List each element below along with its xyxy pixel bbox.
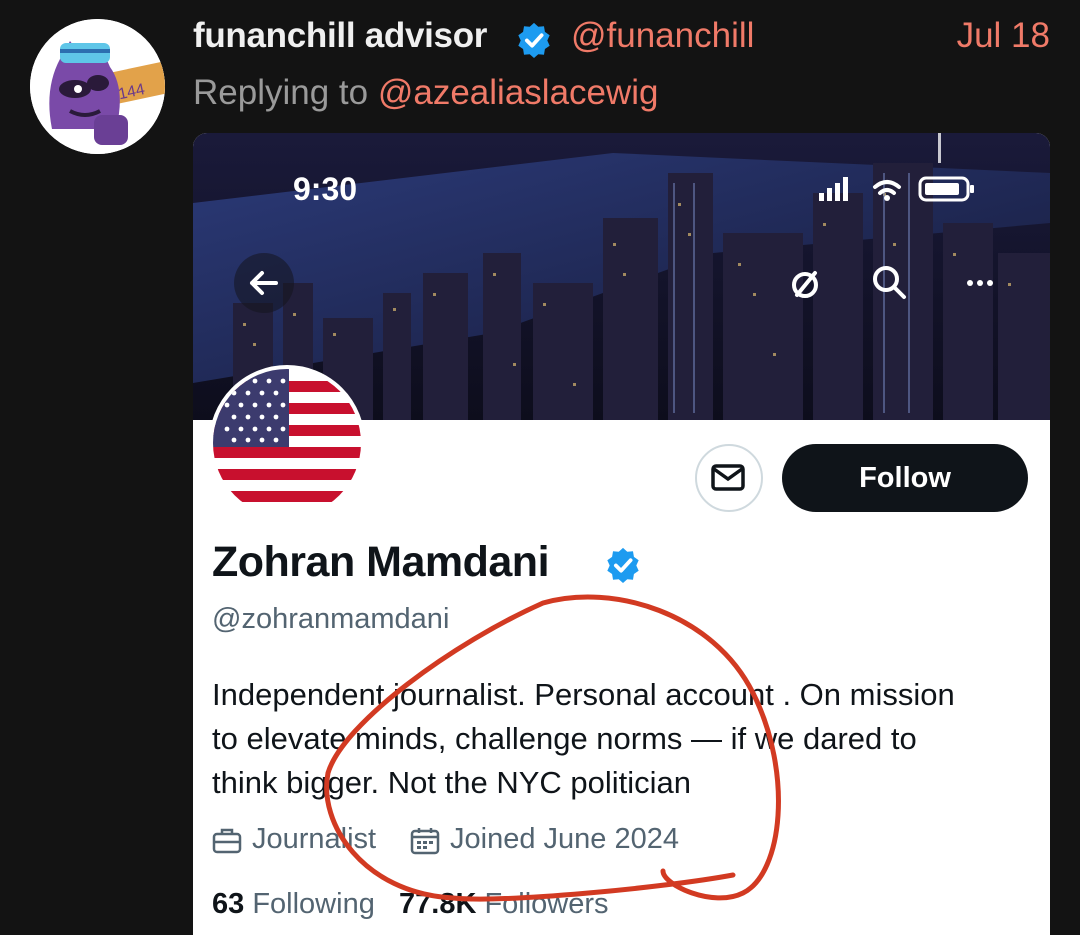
post-header: funanchill advisor @funanchill Jul 18: [193, 14, 1050, 64]
briefcase-icon: [212, 828, 242, 854]
author-handle[interactable]: @funanchill: [571, 16, 754, 56]
profile-display-name: Zohran Mamdani: [212, 538, 550, 586]
followers-label: Followers: [484, 888, 609, 920]
verified-badge-icon: [518, 22, 550, 59]
bio-line: think bigger. Not the NYC politician: [212, 765, 692, 800]
reply-mention-link[interactable]: @azealiaslacewig: [378, 73, 659, 112]
profession-label: Journalist: [252, 823, 377, 855]
message-button[interactable]: [695, 444, 763, 512]
search-button[interactable]: [860, 253, 920, 313]
profile-bio: Independent journalist. Personal account…: [212, 673, 1042, 805]
wifi-icon: [873, 180, 901, 195]
joined-date: Joined June 2024: [450, 823, 679, 855]
follow-stats: 63 Following 77.8K Followers: [212, 888, 609, 921]
more-button[interactable]: [950, 253, 1010, 313]
author-name[interactable]: funanchill advisor: [193, 16, 487, 56]
follow-button[interactable]: Follow: [782, 444, 1028, 512]
followers-link[interactable]: 77.8K Followers: [399, 888, 609, 920]
more-icon: [967, 280, 993, 286]
back-arrow-icon: [250, 271, 278, 295]
profile-verified-badge-icon: [607, 547, 639, 584]
status-bar-icons: [819, 176, 974, 202]
status-bar-time: 9:30: [293, 171, 358, 207]
attached-screenshot[interactable]: 9:30 Follow Zohran Mamdani @zohranmamdan…: [193, 133, 1050, 935]
profile-handle: @zohranmamdani: [212, 603, 450, 635]
search-icon: [873, 266, 906, 299]
following-link[interactable]: 63 Following: [212, 888, 375, 920]
post-date[interactable]: Jul 18: [957, 16, 1050, 56]
signal-icon: [819, 177, 848, 201]
battery-icon: [918, 176, 974, 202]
reply-prefix: Replying to: [193, 73, 369, 112]
bio-line: Independent journalist. Personal account…: [212, 677, 955, 712]
profile-avatar[interactable]: [209, 365, 365, 521]
poster-avatar[interactable]: 4144: [30, 19, 165, 154]
share-icon: [792, 271, 818, 298]
reply-context: Replying to @azealiaslacewig: [193, 73, 659, 113]
mail-icon: [711, 464, 745, 491]
calendar-icon: [410, 828, 440, 855]
following-count: 63: [212, 888, 245, 920]
share-button[interactable]: [775, 253, 835, 313]
followers-count: 77.8K: [399, 888, 477, 920]
back-button[interactable]: [234, 253, 294, 313]
following-label: Following: [252, 888, 375, 920]
bio-line: to elevate minds, challenge norms — if w…: [212, 721, 917, 756]
